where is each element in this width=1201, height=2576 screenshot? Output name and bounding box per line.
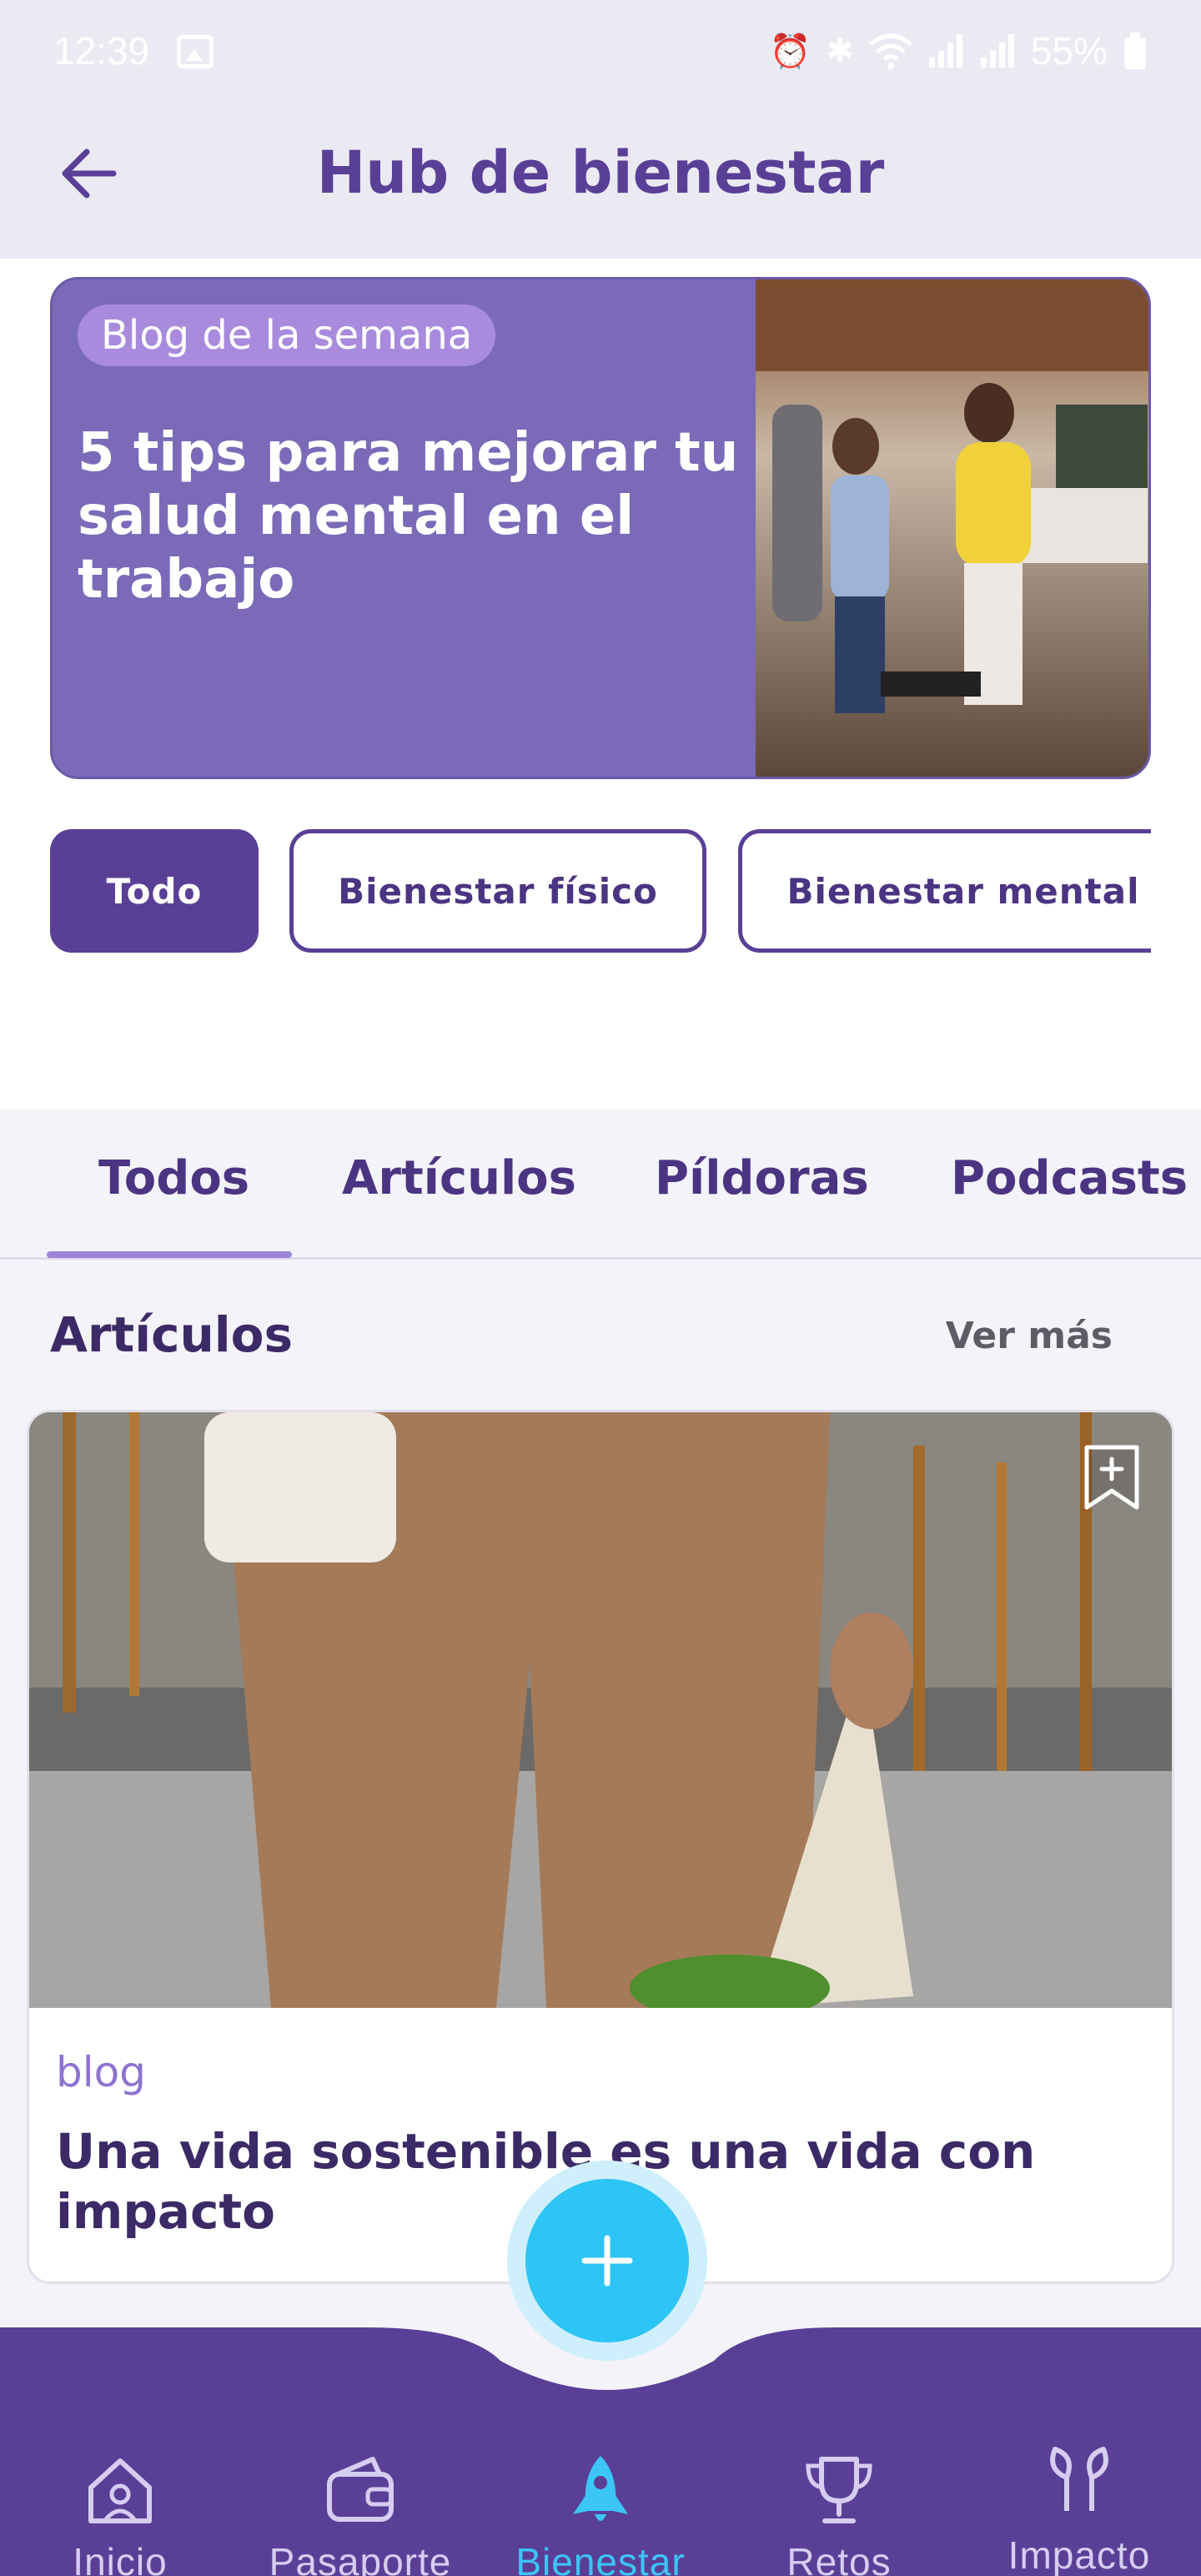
signal-icon [928, 34, 962, 68]
filter-bienestar-fisico[interactable]: Bienestar físico [289, 829, 706, 953]
section-title: Artículos [50, 1306, 294, 1363]
wallet-icon [327, 2457, 394, 2522]
nav-label-inicio: Inicio [73, 2540, 168, 2576]
tab-articulos[interactable]: Artículos [342, 1151, 576, 1205]
bookmark-add-icon[interactable] [1082, 1442, 1142, 1512]
tab-todos[interactable]: Todos [98, 1151, 249, 1205]
content-tabs: Todos Artículos Píldoras Podcasts [0, 1109, 1201, 1260]
status-bar: 12:39 ⏰ ✱ 55% [0, 0, 1201, 107]
tab-podcasts[interactable]: Podcasts [951, 1151, 1188, 1205]
plus-icon [581, 2235, 633, 2287]
status-time: 12:39 [53, 29, 150, 73]
add-fab-button[interactable] [525, 2179, 689, 2342]
category-filters: Todo Bienestar físico Bienestar mental [50, 829, 1151, 954]
nav-label-retos: Retos [786, 2540, 892, 2576]
filter-bienestar-mental[interactable]: Bienestar mental [738, 829, 1151, 953]
alarm-icon: ⏰ [769, 33, 812, 70]
featured-blog-card[interactable]: Blog de la semana 5 tips para mejorar tu… [50, 277, 1151, 779]
active-tab-indicator [47, 1251, 292, 1258]
rocket-icon [573, 2456, 628, 2521]
leaves-icon [1050, 2447, 1108, 2511]
article-tag: blog [56, 2048, 146, 2096]
signal-icon-2 [980, 34, 1014, 68]
gallery-icon [177, 35, 214, 68]
wifi-icon [869, 33, 912, 69]
bluetooth-icon: ✱ [826, 33, 854, 69]
see-more-link[interactable]: Ver más [946, 1315, 1113, 1357]
bottom-nav: Inicio Pasaporte Bienestar Retos Impacto [0, 2327, 1201, 2576]
featured-title: 5 tips para mejorar tu salud mental en e… [78, 422, 739, 611]
battery-icon [1124, 33, 1146, 69]
filter-todo[interactable]: Todo [50, 829, 259, 953]
home-icon [88, 2458, 152, 2523]
wellbeing-hub-screen: 12:39 ⏰ ✱ 55% Hub de bienestar Blog de l… [0, 0, 1201, 2576]
nav-label-impacto: Impacto [1008, 2533, 1151, 2576]
article-card[interactable]: blog Una vida sostenible es una vida con… [27, 1410, 1174, 2284]
featured-photo [756, 279, 1148, 777]
battery-percent: 55% [1030, 29, 1108, 73]
trophy-icon [806, 2457, 872, 2523]
featured-badge: Blog de la semana [78, 304, 496, 366]
page-title: Hub de bienestar [316, 138, 885, 207]
nav-label-bienestar: Bienestar [515, 2540, 686, 2576]
nav-label-pasaporte: Pasaporte [269, 2540, 452, 2576]
app-bar: Hub de bienestar [0, 107, 1201, 259]
tab-pildoras[interactable]: Píldoras [655, 1151, 869, 1205]
status-icons: ⏰ ✱ 55% [770, 28, 1148, 73]
article-photo [29, 1412, 1172, 2008]
